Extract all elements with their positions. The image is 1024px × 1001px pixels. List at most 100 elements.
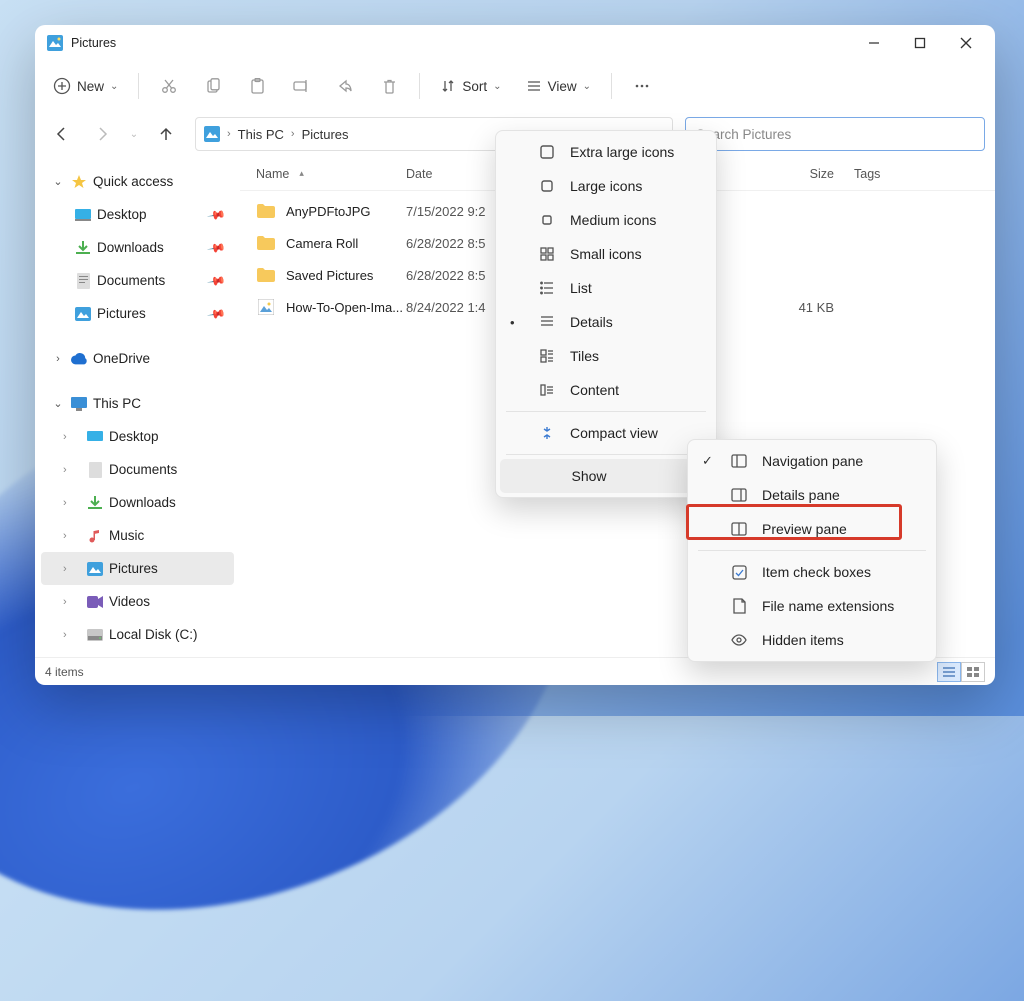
menu-item-label: File name extensions: [762, 598, 894, 614]
cut-button[interactable]: [149, 68, 189, 104]
sidebar-item-label: Quick access: [93, 174, 173, 189]
minimize-button[interactable]: [851, 25, 897, 61]
small-icons-icon: [538, 245, 556, 263]
thumbnails-view-toggle[interactable]: [961, 662, 985, 682]
menu-item-file-name-extensions[interactable]: File name extensions: [692, 589, 932, 623]
sidebar-item-pc-documents[interactable]: › Documents: [41, 453, 234, 486]
check-icon: ✓: [702, 453, 716, 469]
col-tags-header[interactable]: Tags: [854, 167, 880, 181]
pictures-folder-icon: [204, 126, 220, 142]
forward-button[interactable]: [85, 117, 119, 151]
close-button[interactable]: [943, 25, 989, 61]
copy-button[interactable]: [193, 68, 233, 104]
new-button-label: New: [77, 79, 104, 94]
sidebar-item-desktop[interactable]: Desktop 📌: [41, 198, 234, 231]
menu-item-content[interactable]: Content: [500, 373, 712, 407]
desktop-icon: [87, 429, 103, 445]
menu-item-details[interactable]: •Details: [500, 305, 712, 339]
menu-item-item-check-boxes[interactable]: Item check boxes: [692, 555, 932, 589]
rename-button[interactable]: [281, 68, 321, 104]
menu-item-details-pane[interactable]: Details pane: [692, 478, 932, 512]
chevron-right-icon: ›: [291, 128, 295, 140]
sidebar-item-label: Downloads: [109, 495, 176, 510]
menu-item-small-icons[interactable]: Small icons: [500, 237, 712, 271]
new-button[interactable]: New ⌄: [43, 68, 128, 104]
chevron-down-icon: ⌄: [583, 81, 591, 92]
sidebar-onedrive[interactable]: › OneDrive: [41, 342, 234, 375]
search-input[interactable]: Search Pictures: [685, 117, 985, 151]
breadcrumb-seg-thispc[interactable]: This PC: [238, 127, 284, 142]
up-button[interactable]: [149, 117, 183, 151]
menu-item-medium-icons[interactable]: Medium icons: [500, 203, 712, 237]
col-date-header[interactable]: Date: [406, 167, 432, 181]
sidebar-item-pc-music[interactable]: › Music: [41, 519, 234, 552]
chevron-right-icon: ›: [63, 629, 77, 641]
show-submenu: ✓Navigation pane Details pane Preview pa…: [687, 439, 937, 662]
menu-item-show[interactable]: Show›: [500, 459, 712, 493]
medium-icons-icon: [538, 211, 556, 229]
sidebar-item-pc-pictures[interactable]: › Pictures: [41, 552, 234, 585]
menu-item-hidden-items[interactable]: Hidden items: [692, 623, 932, 657]
menu-item-extra-large-icons[interactable]: Extra large icons: [500, 135, 712, 169]
menu-item-large-icons[interactable]: Large icons: [500, 169, 712, 203]
menu-item-navigation-pane[interactable]: ✓Navigation pane: [692, 444, 932, 478]
details-icon: [538, 313, 556, 331]
recent-locations-button[interactable]: ⌄: [125, 117, 143, 151]
chevron-right-icon: ›: [63, 431, 77, 443]
col-size-header[interactable]: Size: [810, 167, 834, 181]
share-button[interactable]: [325, 68, 365, 104]
sidebar-item-pc-localdisk[interactable]: › Local Disk (C:): [41, 618, 234, 651]
menu-item-list[interactable]: List: [500, 271, 712, 305]
menu-item-label: Extra large icons: [570, 144, 674, 160]
chevron-down-icon: ⌄: [110, 81, 118, 92]
navigation-pane-icon: [730, 452, 748, 470]
file-explorer-window: Pictures New ⌄ Sort ⌄ View ⌄: [35, 25, 995, 685]
sidebar-item-label: Videos: [109, 594, 150, 609]
menu-item-compact-view[interactable]: Compact view: [500, 416, 712, 450]
sidebar-item-pictures[interactable]: Pictures 📌: [41, 297, 234, 330]
menu-item-label: Hidden items: [762, 632, 844, 648]
preview-pane-icon: [730, 520, 748, 538]
toolbar-divider: [138, 73, 139, 99]
delete-button[interactable]: [369, 68, 409, 104]
sort-button[interactable]: Sort ⌄: [430, 68, 511, 104]
menu-separator: [506, 411, 706, 412]
sidebar-item-documents[interactable]: Documents 📌: [41, 264, 234, 297]
folder-icon: [256, 233, 276, 253]
menu-item-preview-pane[interactable]: Preview pane: [692, 512, 932, 546]
menu-item-tiles[interactable]: Tiles: [500, 339, 712, 373]
sidebar-item-label: Documents: [97, 273, 165, 288]
breadcrumb-seg-pictures[interactable]: Pictures: [302, 127, 349, 142]
more-button[interactable]: [622, 68, 662, 104]
sidebar-item-pc-desktop[interactable]: › Desktop: [41, 420, 234, 453]
menu-item-label: Details pane: [762, 487, 840, 503]
navigation-pane: ⌄ Quick access Desktop 📌 Downloads 📌 Doc…: [35, 157, 240, 657]
col-name-header[interactable]: Name: [256, 167, 289, 181]
paste-button[interactable]: [237, 68, 277, 104]
sidebar-item-downloads[interactable]: Downloads 📌: [41, 231, 234, 264]
sidebar-quick-access[interactable]: ⌄ Quick access: [41, 165, 234, 198]
drive-icon: [87, 627, 103, 643]
maximize-button[interactable]: [897, 25, 943, 61]
sidebar-item-label: Desktop: [97, 207, 147, 222]
pin-icon: 📌: [206, 270, 226, 290]
file-name: Saved Pictures: [286, 268, 373, 283]
file-name: Camera Roll: [286, 236, 358, 251]
sidebar-this-pc[interactable]: ⌄ This PC: [41, 387, 234, 420]
pin-icon: 📌: [206, 204, 226, 224]
status-item-count: 4 items: [45, 665, 84, 679]
view-button[interactable]: View ⌄: [516, 68, 601, 104]
sidebar-item-label: Documents: [109, 462, 177, 477]
toolbar-divider: [611, 73, 612, 99]
this-pc-icon: [71, 396, 87, 412]
chevron-right-icon: ›: [63, 530, 77, 542]
list-icon: [538, 279, 556, 297]
menu-separator: [506, 454, 706, 455]
sidebar-item-pc-downloads[interactable]: › Downloads: [41, 486, 234, 519]
back-button[interactable]: [45, 117, 79, 151]
folder-icon: [256, 201, 276, 221]
chevron-down-icon: ⌄: [51, 397, 65, 410]
content-icon: [538, 381, 556, 399]
sidebar-item-pc-videos[interactable]: › Videos: [41, 585, 234, 618]
details-view-toggle[interactable]: [937, 662, 961, 682]
